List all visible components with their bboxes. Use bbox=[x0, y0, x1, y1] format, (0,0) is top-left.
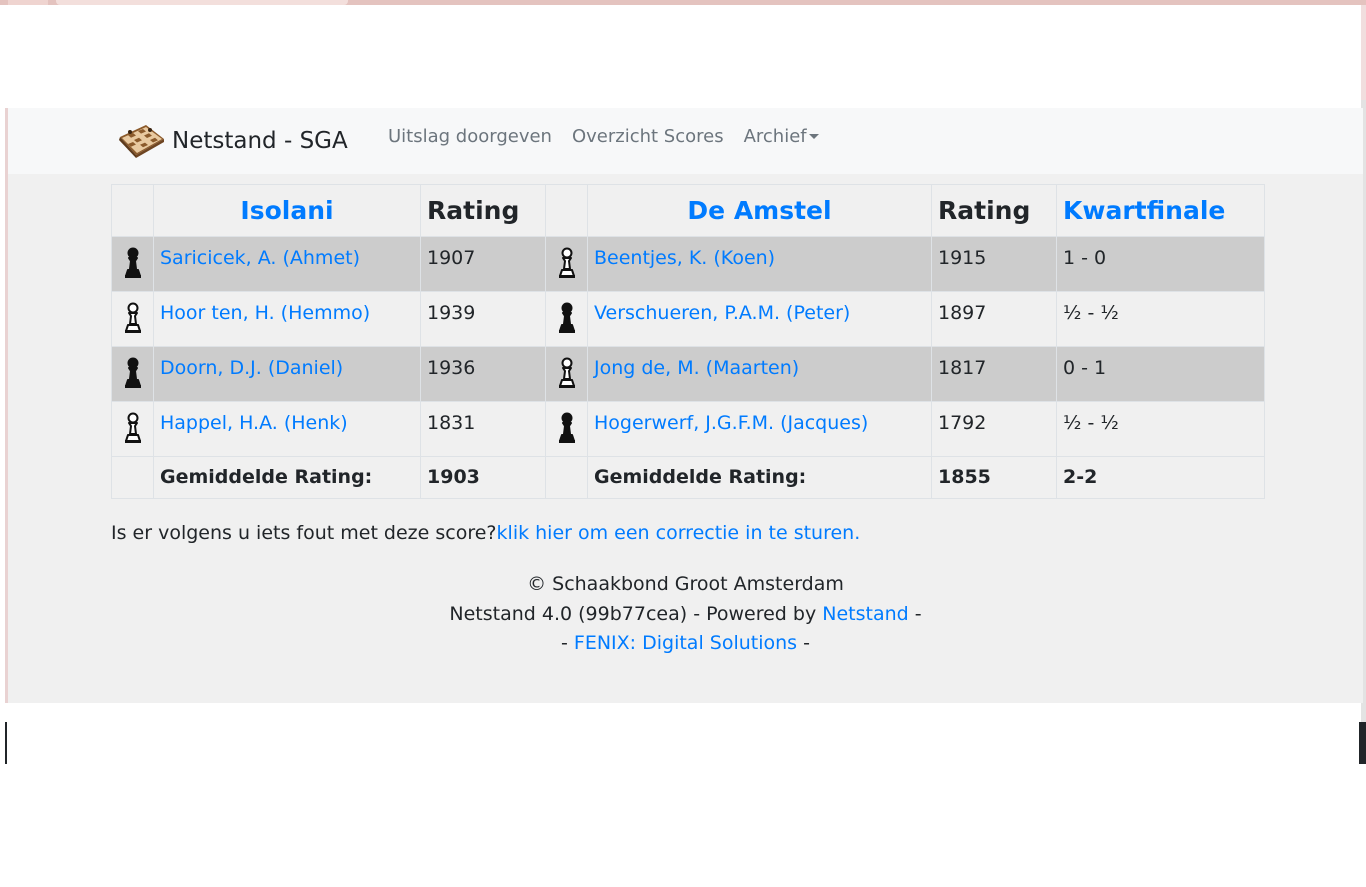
correction-link[interactable]: klik hier om een correctie in te sturen. bbox=[497, 522, 861, 544]
chessboard-logo-icon bbox=[119, 125, 164, 158]
home-player-cell: Hoor ten, H. (Hemmo) bbox=[153, 291, 421, 347]
round-header[interactable]: Kwartfinale bbox=[1056, 184, 1265, 237]
away-player-link[interactable]: Beentjes, K. (Koen) bbox=[594, 247, 775, 269]
home-player-link[interactable]: Saricicek, A. (Ahmet) bbox=[160, 247, 360, 269]
home-color-cell bbox=[111, 291, 154, 347]
nav-dropdown-archief[interactable]: Archief bbox=[744, 126, 819, 147]
home-average-rating: 1903 bbox=[420, 456, 546, 499]
home-rating: 1831 bbox=[420, 401, 546, 457]
white-pawn-icon bbox=[122, 412, 144, 449]
away-average-rating: 1855 bbox=[931, 456, 1057, 499]
home-rating: 1936 bbox=[420, 346, 546, 402]
window-edge bbox=[1359, 722, 1366, 764]
away-rating: 1915 bbox=[931, 236, 1057, 292]
home-player-link[interactable]: Hoor ten, H. (Hemmo) bbox=[160, 302, 370, 324]
home-color-cell bbox=[111, 236, 154, 292]
away-rating: 1792 bbox=[931, 401, 1057, 457]
total-score: 2-2 bbox=[1056, 456, 1265, 499]
footer-fenix-suffix: - bbox=[797, 632, 810, 654]
home-player-cell: Doorn, D.J. (Daniel) bbox=[153, 346, 421, 402]
white-pawn-icon bbox=[556, 247, 578, 284]
home-rating: 1939 bbox=[420, 291, 546, 347]
away-player-cell: Verschueren, P.A.M. (Peter) bbox=[587, 291, 932, 347]
footer: © Schaakbond Groot Amsterdam Netstand 4.… bbox=[8, 570, 1363, 659]
away-player-cell: Jong de, M. (Maarten) bbox=[587, 346, 932, 402]
home-team-header[interactable]: Isolani bbox=[153, 184, 421, 237]
navbar-brand[interactable]: Netstand - SGA bbox=[116, 115, 348, 167]
away-player-link[interactable]: Verschueren, P.A.M. (Peter) bbox=[594, 302, 850, 324]
away-rating: 1817 bbox=[931, 346, 1057, 402]
game-result: 1 - 0 bbox=[1056, 236, 1265, 292]
home-rating: 1907 bbox=[420, 236, 546, 292]
black-pawn-icon bbox=[122, 247, 144, 284]
away-rating-header: Rating bbox=[931, 184, 1057, 237]
away-color-cell bbox=[545, 236, 588, 292]
browser-tab-fragment bbox=[8, 0, 48, 5]
home-average-label: Gemiddelde Rating: bbox=[153, 456, 421, 499]
black-pawn-icon bbox=[122, 357, 144, 394]
correction-line: Is er volgens u iets fout met deze score… bbox=[111, 522, 860, 544]
home-player-link[interactable]: Doorn, D.J. (Daniel) bbox=[160, 357, 343, 379]
game-result: ½ - ½ bbox=[1056, 401, 1265, 457]
table-header-row: Isolani Rating De Amstel Rating Kwartfin… bbox=[111, 184, 1265, 237]
table-row: Happel, H.A. (Henk) 1831 Hogerwerf, J.G.F.… bbox=[111, 401, 1265, 457]
window-edge bbox=[5, 722, 7, 764]
away-player-cell: Beentjes, K. (Koen) bbox=[587, 236, 932, 292]
away-average-label: Gemiddelde Rating: bbox=[587, 456, 932, 499]
footer-version: Netstand 4.0 (99b77cea) - Powered by Net… bbox=[8, 600, 1363, 630]
window-edge bbox=[1361, 5, 1366, 100]
white-pawn-icon bbox=[556, 357, 578, 394]
game-result: ½ - ½ bbox=[1056, 291, 1265, 347]
table-row: Doorn, D.J. (Daniel) 1936 Jong de, M. (Maa… bbox=[111, 346, 1265, 402]
nav-links: Uitslag doorgeven Overzicht Scores Archi… bbox=[388, 108, 839, 164]
away-player-cell: Hogerwerf, J.G.F.M. (Jacques) bbox=[587, 401, 932, 457]
away-color-cell bbox=[545, 401, 588, 457]
away-player-link[interactable]: Hogerwerf, J.G.F.M. (Jacques) bbox=[594, 412, 868, 434]
home-player-cell: Happel, H.A. (Henk) bbox=[153, 401, 421, 457]
brand-name: Netstand - SGA bbox=[172, 128, 348, 154]
empty-cell bbox=[545, 456, 588, 499]
away-player-link[interactable]: Jong de, M. (Maarten) bbox=[594, 357, 799, 379]
caret-down-icon bbox=[808, 133, 819, 139]
black-pawn-icon bbox=[556, 412, 578, 449]
home-rating-header: Rating bbox=[420, 184, 546, 237]
average-rating-row: Gemiddelde Rating: 1903 Gemiddelde Ratin… bbox=[111, 456, 1265, 499]
app-frame: Netstand - SGA Uitslag doorgeven Overzic… bbox=[5, 108, 1363, 703]
black-pawn-icon bbox=[556, 302, 578, 339]
footer-fenix-prefix: - bbox=[561, 632, 574, 654]
home-color-cell bbox=[111, 346, 154, 402]
header-color-away bbox=[545, 184, 588, 237]
header-color-home bbox=[111, 184, 154, 237]
netstand-link[interactable]: Netstand bbox=[822, 603, 908, 625]
away-team-header[interactable]: De Amstel bbox=[587, 184, 932, 237]
home-player-link[interactable]: Happel, H.A. (Henk) bbox=[160, 412, 348, 434]
table-row: Hoor ten, H. (Hemmo) 1939 Verschueren, P.A… bbox=[111, 291, 1265, 347]
game-result: 0 - 1 bbox=[1056, 346, 1265, 402]
footer-version-text: Netstand 4.0 (99b77cea) - Powered by bbox=[449, 602, 823, 625]
nav-dropdown-archief-label: Archief bbox=[743, 125, 807, 147]
home-player-cell: Saricicek, A. (Ahmet) bbox=[153, 236, 421, 292]
away-color-cell bbox=[545, 291, 588, 347]
empty-cell bbox=[111, 456, 154, 499]
home-color-cell bbox=[111, 401, 154, 457]
footer-copyright: © Schaakbond Groot Amsterdam bbox=[527, 573, 844, 595]
footer-version-suffix: - bbox=[908, 602, 922, 625]
navbar: Netstand - SGA Uitslag doorgeven Overzic… bbox=[8, 108, 1363, 174]
table-row: Saricicek, A. (Ahmet) 1907 Beentjes, K. (K… bbox=[111, 236, 1265, 292]
white-pawn-icon bbox=[122, 302, 144, 339]
browser-tab-fragment bbox=[56, 0, 348, 5]
away-rating: 1897 bbox=[931, 291, 1057, 347]
away-color-cell bbox=[545, 346, 588, 402]
footer-fenix: - FENIX: Digital Solutions - bbox=[8, 629, 1363, 659]
match-table: Isolani Rating De Amstel Rating Kwartfin… bbox=[111, 184, 1265, 499]
correction-text: Is er volgens u iets fout met deze score… bbox=[111, 522, 497, 544]
nav-link-uitslag-doorgeven[interactable]: Uitslag doorgeven bbox=[388, 126, 552, 147]
nav-link-overzicht-scores[interactable]: Overzicht Scores bbox=[572, 126, 724, 147]
fenix-link[interactable]: FENIX: Digital Solutions bbox=[574, 632, 797, 654]
